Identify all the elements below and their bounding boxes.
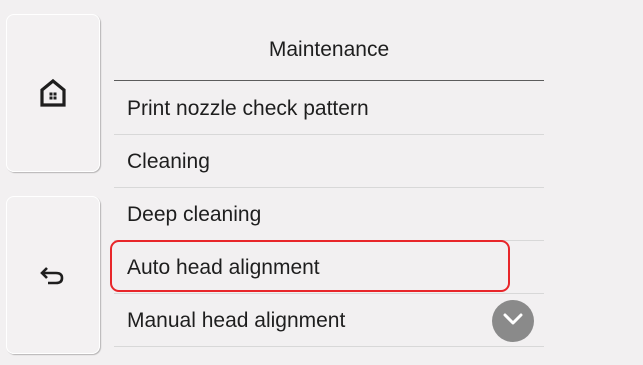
title-divider (114, 80, 544, 81)
menu-item-deep-cleaning[interactable]: Deep cleaning (114, 188, 544, 241)
back-arrow-icon (40, 264, 66, 286)
back-button[interactable] (6, 196, 100, 354)
menu-item-cleaning[interactable]: Cleaning (114, 135, 544, 188)
chevron-down-icon (502, 312, 524, 331)
menu-item-label: Print nozzle check pattern (127, 97, 369, 120)
menu-item-auto-head-alignment[interactable]: Auto head alignment (114, 241, 544, 294)
page-title: Maintenance (268, 38, 390, 61)
menu-item-label: Manual head alignment (127, 309, 346, 332)
home-icon (39, 78, 67, 108)
home-button[interactable] (6, 14, 100, 172)
scroll-down-button[interactable] (492, 300, 534, 342)
menu-item-manual-head-alignment[interactable]: Manual head alignment (114, 294, 544, 347)
menu-item-label: Auto head alignment (127, 256, 320, 279)
menu-item-label: Deep cleaning (127, 203, 262, 226)
menu-item-label: Cleaning (127, 150, 210, 173)
menu-item-print-nozzle-check-pattern[interactable]: Print nozzle check pattern (114, 82, 544, 135)
